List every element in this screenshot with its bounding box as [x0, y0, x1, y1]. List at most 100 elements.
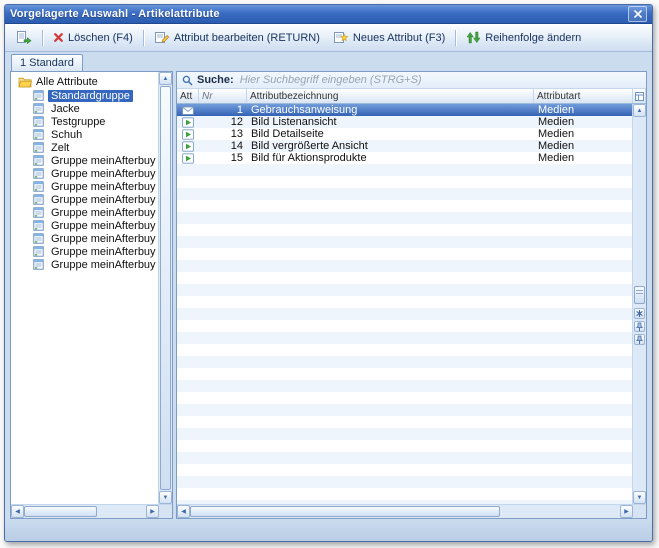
delete-button[interactable]: Löschen (F4) — [47, 28, 139, 48]
close-button[interactable] — [628, 6, 647, 22]
column-chooser-button[interactable] — [633, 89, 646, 103]
tree-item-standardgruppe[interactable]: Standardgruppe — [33, 89, 158, 102]
tree-item-label: Schuh — [48, 129, 85, 141]
tree-item-label: Gruppe meinAfterbuy ART00076 — [48, 194, 158, 206]
tree-item-gruppe-meinafterbuy-art00075[interactable]: Gruppe meinAfterbuy ART00075 — [33, 180, 158, 193]
pin-row-button[interactable] — [634, 321, 645, 332]
reorder-button-label: Reihenfolge ändern — [485, 32, 581, 44]
attribute-group-icon — [33, 155, 44, 166]
tab-standard[interactable]: 1 Standard — [11, 54, 83, 71]
attribute-group-icon — [33, 181, 44, 192]
attribute-group-icon — [33, 207, 44, 218]
cell-attributbezeichnung: Bild vergrößerte Ansicht — [247, 140, 534, 152]
tree-item-label: Gruppe meinAfterbuy ART00080 — [48, 233, 158, 245]
tree-item-testgruppe[interactable]: Testgruppe — [33, 115, 158, 128]
scroll-up-icon[interactable]: ▲ — [159, 72, 172, 85]
tree-item-zelt[interactable]: Zelt — [33, 141, 158, 154]
tree-item-label: Gruppe meinAfterbuy ART00079 — [48, 220, 158, 232]
media-icon — [177, 141, 199, 152]
media-icon — [177, 153, 199, 164]
table-row[interactable]: 1GebrauchsanweisungMedien — [177, 104, 632, 116]
attribute-group-icon — [33, 220, 44, 231]
tree-item-gruppe-meinafterbuy-art00079[interactable]: Gruppe meinAfterbuy ART00079 — [33, 219, 158, 232]
grid-rows: 1GebrauchsanweisungMedien12Bild Listenan… — [177, 104, 632, 504]
new-button-label: Neues Attribut (F3) — [353, 32, 445, 44]
attributes-grid-panel: Suche: Att Nr Attributbezeichnung Attrib… — [176, 71, 647, 519]
cell-attributbezeichnung: Gebrauchsanweisung — [247, 104, 534, 116]
attribute-group-tree: Alle Attribute StandardgruppeJackeTestgr… — [11, 72, 158, 504]
attribute-group-icon — [33, 116, 44, 127]
tree-vscroll-thumb[interactable] — [160, 86, 171, 490]
cell-nr: 12 — [199, 116, 247, 128]
grid-horizontal-scrollbar[interactable]: ◀ ▶ — [177, 504, 646, 518]
tree-item-label: Jacke — [48, 103, 83, 115]
scroll-down-icon[interactable]: ▼ — [159, 491, 172, 504]
attribute-group-icon — [33, 194, 44, 205]
apply-icon — [16, 30, 32, 45]
table-row[interactable]: 12Bild ListenansichtMedien — [177, 116, 632, 128]
tree-item-gruppe-meinafterbuy-art00078[interactable]: Gruppe meinAfterbuy ART00078 — [33, 206, 158, 219]
tree-item-jacke[interactable]: Jacke — [33, 102, 158, 115]
window-bottom-frame — [5, 519, 652, 541]
new-icon — [333, 30, 349, 45]
reorder-button[interactable]: Reihenfolge ändern — [460, 28, 587, 48]
new-attribute-button[interactable]: Neues Attribut (F3) — [327, 28, 451, 48]
table-row[interactable]: 15Bild für AktionsprodukteMedien — [177, 152, 632, 164]
dialog-window: Vorgelagerte Auswahl - Artikelattribute — [4, 4, 653, 542]
tree-horizontal-scrollbar[interactable]: ◀ ▶ — [11, 504, 172, 518]
tree-item-gruppe-meinafterbuy-art00073[interactable]: Gruppe meinAfterbuy ART00073 — [33, 154, 158, 167]
column-header-att[interactable]: Att — [177, 89, 199, 103]
tree-item-schuh[interactable]: Schuh — [33, 128, 158, 141]
attribute-group-icon — [33, 90, 44, 101]
tree-item-label: Gruppe meinAfterbuy ART00075 — [48, 181, 158, 193]
tree-item-label: Zelt — [48, 142, 72, 154]
pin-icon — [635, 322, 644, 332]
tab-strip: 1 Standard — [5, 52, 652, 71]
tree-item-gruppe-meinafterbuy-art00081[interactable]: Gruppe meinAfterbuy ART00081 — [33, 245, 158, 258]
tree-item-gruppe-meinafterbuy-art00076[interactable]: Gruppe meinAfterbuy ART00076 — [33, 193, 158, 206]
pin-row-button[interactable] — [634, 334, 645, 345]
tree-item-gruppe-meinafterbuy-art00082[interactable]: Gruppe meinAfterbuy ART00082 — [33, 258, 158, 271]
column-header-nr[interactable]: Nr — [199, 89, 247, 103]
cell-attributart: Medien — [534, 104, 632, 116]
scroll-left-icon[interactable]: ◀ — [177, 505, 190, 518]
apply-attributes-button[interactable] — [10, 28, 38, 48]
scroll-left-icon[interactable]: ◀ — [11, 505, 24, 518]
asterisk-button[interactable] — [634, 308, 645, 319]
grid-header: Att Nr Attributbezeichnung Attributart — [177, 89, 646, 104]
cell-attributart: Medien — [534, 128, 632, 140]
tab-standard-label: 1 Standard — [20, 57, 74, 69]
close-icon — [634, 10, 642, 18]
tree-root-label: Alle Attribute — [36, 76, 98, 88]
search-label: Suche: — [197, 74, 234, 86]
scroll-right-icon[interactable]: ▶ — [146, 505, 159, 518]
main-area: Alle Attribute StandardgruppeJackeTestgr… — [5, 71, 652, 519]
tree-vertical-scrollbar[interactable]: ▲ ▼ — [158, 72, 172, 504]
scroll-down-icon[interactable]: ▼ — [633, 491, 646, 504]
tree-root-alle-attribute[interactable]: Alle Attribute — [11, 75, 158, 89]
media-icon — [177, 117, 199, 128]
tree-item-label: Testgruppe — [48, 116, 108, 128]
edit-icon — [154, 30, 170, 45]
column-header-attributbezeichnung[interactable]: Attributbezeichnung — [247, 89, 534, 103]
attribute-group-icon — [33, 259, 44, 270]
scroll-up-icon[interactable]: ▲ — [633, 104, 646, 117]
title-bar[interactable]: Vorgelagerte Auswahl - Artikelattribute — [5, 5, 652, 24]
tree-item-gruppe-meinafterbuy-art00074[interactable]: Gruppe meinAfterbuy ART00074 — [33, 167, 158, 180]
tree-hscroll-thumb[interactable] — [24, 506, 97, 517]
table-row[interactable]: 14Bild vergrößerte AnsichtMedien — [177, 140, 632, 152]
scroll-right-icon[interactable]: ▶ — [620, 505, 633, 518]
tree-item-gruppe-meinafterbuy-art00080[interactable]: Gruppe meinAfterbuy ART00080 — [33, 232, 158, 245]
cell-attributart: Medien — [534, 152, 632, 164]
scrollbar-corner — [633, 505, 646, 518]
search-bar: Suche: — [177, 72, 646, 89]
grid-vscroll-thumb[interactable] — [634, 286, 645, 304]
toolbar-separator — [455, 30, 456, 46]
grid-hscroll-thumb[interactable] — [190, 506, 500, 517]
edit-attribute-button[interactable]: Attribut bearbeiten (RETURN) — [148, 28, 326, 48]
search-input[interactable] — [238, 73, 641, 87]
delete-icon — [53, 32, 64, 43]
column-header-attributart[interactable]: Attributart — [534, 89, 633, 103]
table-row[interactable]: 13Bild DetailseiteMedien — [177, 128, 632, 140]
grid-vertical-scrollbar[interactable]: ▲ — [632, 104, 646, 504]
